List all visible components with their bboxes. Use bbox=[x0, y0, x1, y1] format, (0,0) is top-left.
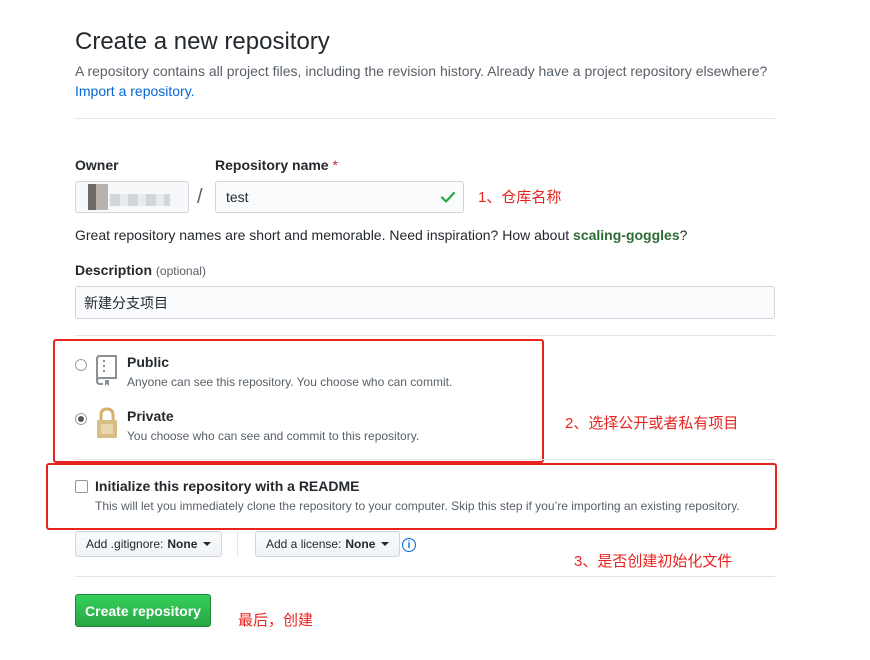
chevron-down-icon bbox=[203, 542, 212, 546]
divider bbox=[75, 576, 775, 577]
description-input[interactable] bbox=[75, 286, 775, 319]
gitignore-prefix: Add .gitignore: bbox=[86, 537, 164, 551]
gitignore-dropdown[interactable]: Add .gitignore: None bbox=[75, 531, 223, 557]
private-title: Private bbox=[127, 408, 174, 424]
annotation-create: 最后，创建 bbox=[238, 612, 314, 629]
import-repository-link[interactable]: Import a repository. bbox=[75, 81, 195, 101]
annotation-repo-name: 1、仓库名称 bbox=[478, 189, 562, 206]
gitignore-value: None bbox=[167, 537, 198, 551]
divider bbox=[75, 118, 775, 119]
chevron-down-icon bbox=[381, 542, 390, 546]
owner-repo-separator: / bbox=[197, 186, 203, 208]
name-suggestion-link[interactable]: scaling-goggles bbox=[573, 227, 680, 243]
lock-icon bbox=[97, 407, 117, 438]
page-subtitle: A repository contains all project files,… bbox=[75, 63, 768, 79]
required-mark: * bbox=[332, 157, 338, 173]
annotation-box-readme bbox=[46, 463, 777, 530]
repo-name-label-text: Repository name bbox=[215, 157, 329, 173]
repo-name-label: Repository name * bbox=[215, 157, 338, 173]
divider bbox=[75, 459, 775, 460]
owner-name-redacted bbox=[110, 194, 170, 206]
info-icon[interactable]: i bbox=[402, 538, 416, 552]
name-hint-prefix: Great repository names are short and mem… bbox=[75, 227, 574, 243]
description-label-text: Description bbox=[75, 262, 153, 278]
name-hint: Great repository names are short and mem… bbox=[75, 226, 687, 244]
annotation-readme: 3、是否创建初始化文件 bbox=[574, 553, 733, 570]
private-radio[interactable] bbox=[75, 413, 87, 425]
readme-checkbox[interactable] bbox=[75, 480, 88, 493]
repo-book-icon bbox=[95, 355, 117, 386]
description-optional: (optional) bbox=[155, 264, 206, 278]
owner-avatar bbox=[88, 184, 108, 210]
license-prefix: Add a license: bbox=[266, 537, 342, 551]
public-radio[interactable] bbox=[75, 359, 87, 371]
license-dropdown[interactable]: Add a license: None bbox=[255, 531, 401, 557]
readme-title: Initialize this repository with a README bbox=[95, 478, 360, 494]
owner-select[interactable] bbox=[75, 181, 189, 213]
owner-label: Owner bbox=[75, 157, 119, 173]
dropdown-separator bbox=[237, 531, 238, 557]
annotation-visibility: 2、选择公开或者私有项目 bbox=[565, 415, 739, 432]
page-title: Create a new repository bbox=[75, 28, 330, 55]
check-icon bbox=[440, 191, 456, 203]
public-desc: Anyone can see this repository. You choo… bbox=[127, 375, 453, 389]
create-repository-button[interactable]: Create repository bbox=[75, 594, 211, 627]
private-desc: You choose who can see and commit to thi… bbox=[127, 429, 420, 443]
repo-name-input[interactable] bbox=[215, 181, 464, 213]
license-value: None bbox=[345, 537, 376, 551]
divider bbox=[75, 335, 775, 336]
description-label: Description (optional) bbox=[75, 262, 206, 278]
public-title: Public bbox=[127, 354, 170, 370]
name-hint-suffix: ? bbox=[679, 227, 688, 243]
readme-desc: This will let you immediately clone the … bbox=[95, 499, 740, 513]
